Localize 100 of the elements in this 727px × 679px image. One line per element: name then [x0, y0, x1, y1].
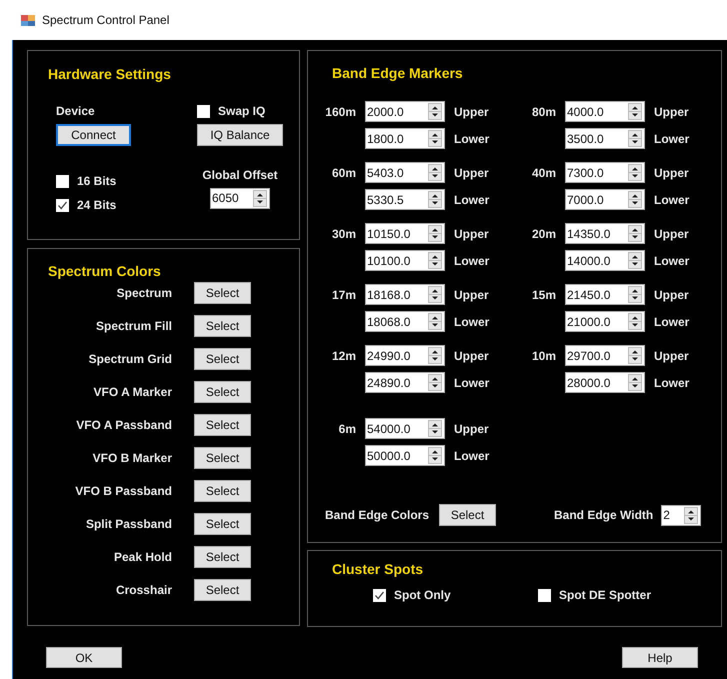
select-button[interactable]: Select — [194, 282, 251, 304]
spin-arrows-icon[interactable] — [428, 447, 442, 464]
spin-arrows-icon[interactable] — [628, 313, 642, 330]
spin-box[interactable]: 18168.0 — [365, 284, 445, 305]
spin-arrows-icon[interactable] — [253, 190, 267, 206]
spin-arrows-icon[interactable] — [428, 164, 442, 181]
spin-arrows-icon[interactable] — [628, 130, 642, 147]
spin-box[interactable]: 54000.0 — [365, 418, 445, 439]
upper-label: Upper — [454, 288, 490, 302]
select-button[interactable]: Select — [194, 579, 251, 601]
checkbox-label: Spot Only — [394, 588, 451, 602]
upper-label: Upper — [654, 166, 690, 180]
spin-box[interactable]: 7000.0 — [565, 189, 645, 210]
spin-box[interactable]: 14350.0 — [565, 223, 645, 244]
spin-arrows-icon[interactable] — [428, 313, 442, 330]
upper-label: Upper — [454, 348, 490, 362]
upper-label: Upper — [654, 104, 690, 118]
color-label: VFO A Passband — [75, 418, 172, 432]
checkbox[interactable] — [373, 588, 386, 602]
iq-balance-button[interactable]: IQ Balance — [197, 124, 283, 146]
spin-box[interactable]: 1800.0 — [365, 128, 445, 149]
upper-label: Upper — [654, 226, 690, 240]
spin-arrows-icon[interactable] — [428, 374, 442, 391]
band-label: 15m — [530, 288, 556, 302]
spin-box[interactable]: 10150.0 — [365, 223, 445, 244]
spin-arrows-icon[interactable] — [428, 103, 442, 120]
lower-label: Lower — [454, 448, 490, 462]
lower-label: Lower — [654, 132, 690, 146]
spin-arrows-icon[interactable] — [628, 347, 642, 364]
spin-box[interactable]: 21450.0 — [565, 284, 645, 305]
spin-arrows-icon[interactable] — [428, 191, 442, 208]
spin-box[interactable]: 21000.0 — [565, 311, 645, 332]
spin-arrows-icon[interactable] — [428, 420, 442, 437]
band-label: 6m — [338, 422, 356, 436]
lower-label: Lower — [454, 192, 490, 206]
spin-arrows-icon[interactable] — [628, 252, 642, 269]
band-edge-colors-label: Band Edge Colors — [325, 508, 430, 522]
spin-box[interactable]: 10100.0 — [365, 250, 445, 271]
select-button[interactable]: Select — [194, 480, 251, 502]
spin-box[interactable]: 5330.5 — [365, 189, 445, 210]
upper-label: Upper — [454, 422, 490, 436]
color-label: Spectrum Fill — [94, 319, 172, 333]
color-label: VFO A Marker — [92, 385, 172, 399]
spin-box[interactable]: 24990.0 — [365, 345, 445, 366]
select-button[interactable]: Select — [194, 348, 251, 370]
spin-arrows-icon[interactable] — [628, 191, 642, 208]
color-label: Crosshair — [114, 583, 172, 597]
spin-box[interactable]: 24890.0 — [365, 372, 445, 393]
checkbox-label: 16 Bits — [77, 174, 116, 188]
spin-arrows-icon[interactable] — [684, 506, 698, 524]
checkbox[interactable] — [56, 174, 69, 188]
spin-box[interactable]: 28000.0 — [565, 372, 645, 393]
color-label: Spectrum Grid — [88, 352, 172, 366]
spin-box[interactable]: 18068.0 — [365, 311, 445, 332]
select-button[interactable]: Select — [194, 447, 251, 469]
spin-arrows-icon[interactable] — [628, 225, 642, 242]
checkbox-label: Spot DE Spotter — [559, 588, 651, 602]
band-label: 40m — [530, 166, 556, 180]
checkbox[interactable] — [538, 588, 551, 602]
spin-box[interactable]: 2 — [661, 504, 702, 526]
dialog-button[interactable]: Help — [622, 647, 698, 668]
dialog-button[interactable]: OK — [46, 647, 122, 668]
spin-arrows-icon[interactable] — [428, 286, 442, 303]
spin-arrows-icon[interactable] — [628, 103, 642, 120]
checkbox[interactable] — [56, 198, 69, 212]
checkbox[interactable] — [197, 104, 210, 118]
select-button[interactable]: Select — [439, 504, 496, 526]
select-button[interactable]: Select — [194, 315, 251, 337]
select-button[interactable]: Select — [194, 381, 251, 403]
spin-box[interactable]: 7300.0 — [565, 162, 645, 183]
band-label: 30m — [330, 226, 356, 240]
spin-box[interactable]: 3500.0 — [565, 128, 645, 149]
spin-arrows-icon[interactable] — [428, 347, 442, 364]
device-label: Device — [56, 104, 96, 118]
color-label: VFO B Passband — [74, 484, 172, 498]
spin-arrows-icon[interactable] — [428, 252, 442, 269]
spin-box[interactable]: 14000.0 — [565, 250, 645, 271]
spin-box[interactable]: 6050 — [210, 188, 270, 208]
select-button[interactable]: Select — [194, 546, 251, 568]
connect-button[interactable]: Connect — [56, 124, 131, 146]
spin-arrows-icon[interactable] — [628, 164, 642, 181]
checkbox-label: 24 Bits — [77, 198, 116, 212]
select-button[interactable]: Select — [194, 513, 251, 535]
app-icon — [20, 12, 36, 28]
lower-label: Lower — [454, 132, 490, 146]
panel-title: Cluster Spots — [332, 561, 424, 577]
lower-label: Lower — [654, 376, 690, 390]
spin-arrows-icon[interactable] — [428, 225, 442, 242]
spin-arrows-icon[interactable] — [428, 130, 442, 147]
spin-box[interactable]: 5403.0 — [365, 162, 445, 183]
band-edge-width-label: Band Edge Width — [554, 508, 654, 522]
upper-label: Upper — [654, 348, 690, 362]
spin-box[interactable]: 2000.0 — [365, 101, 445, 122]
color-label: Peak Hold — [112, 550, 172, 564]
spin-box[interactable]: 29700.0 — [565, 345, 645, 366]
spin-box[interactable]: 4000.0 — [565, 101, 645, 122]
spin-arrows-icon[interactable] — [628, 374, 642, 391]
select-button[interactable]: Select — [194, 414, 251, 436]
spin-box[interactable]: 50000.0 — [365, 445, 445, 466]
spin-arrows-icon[interactable] — [628, 286, 642, 303]
